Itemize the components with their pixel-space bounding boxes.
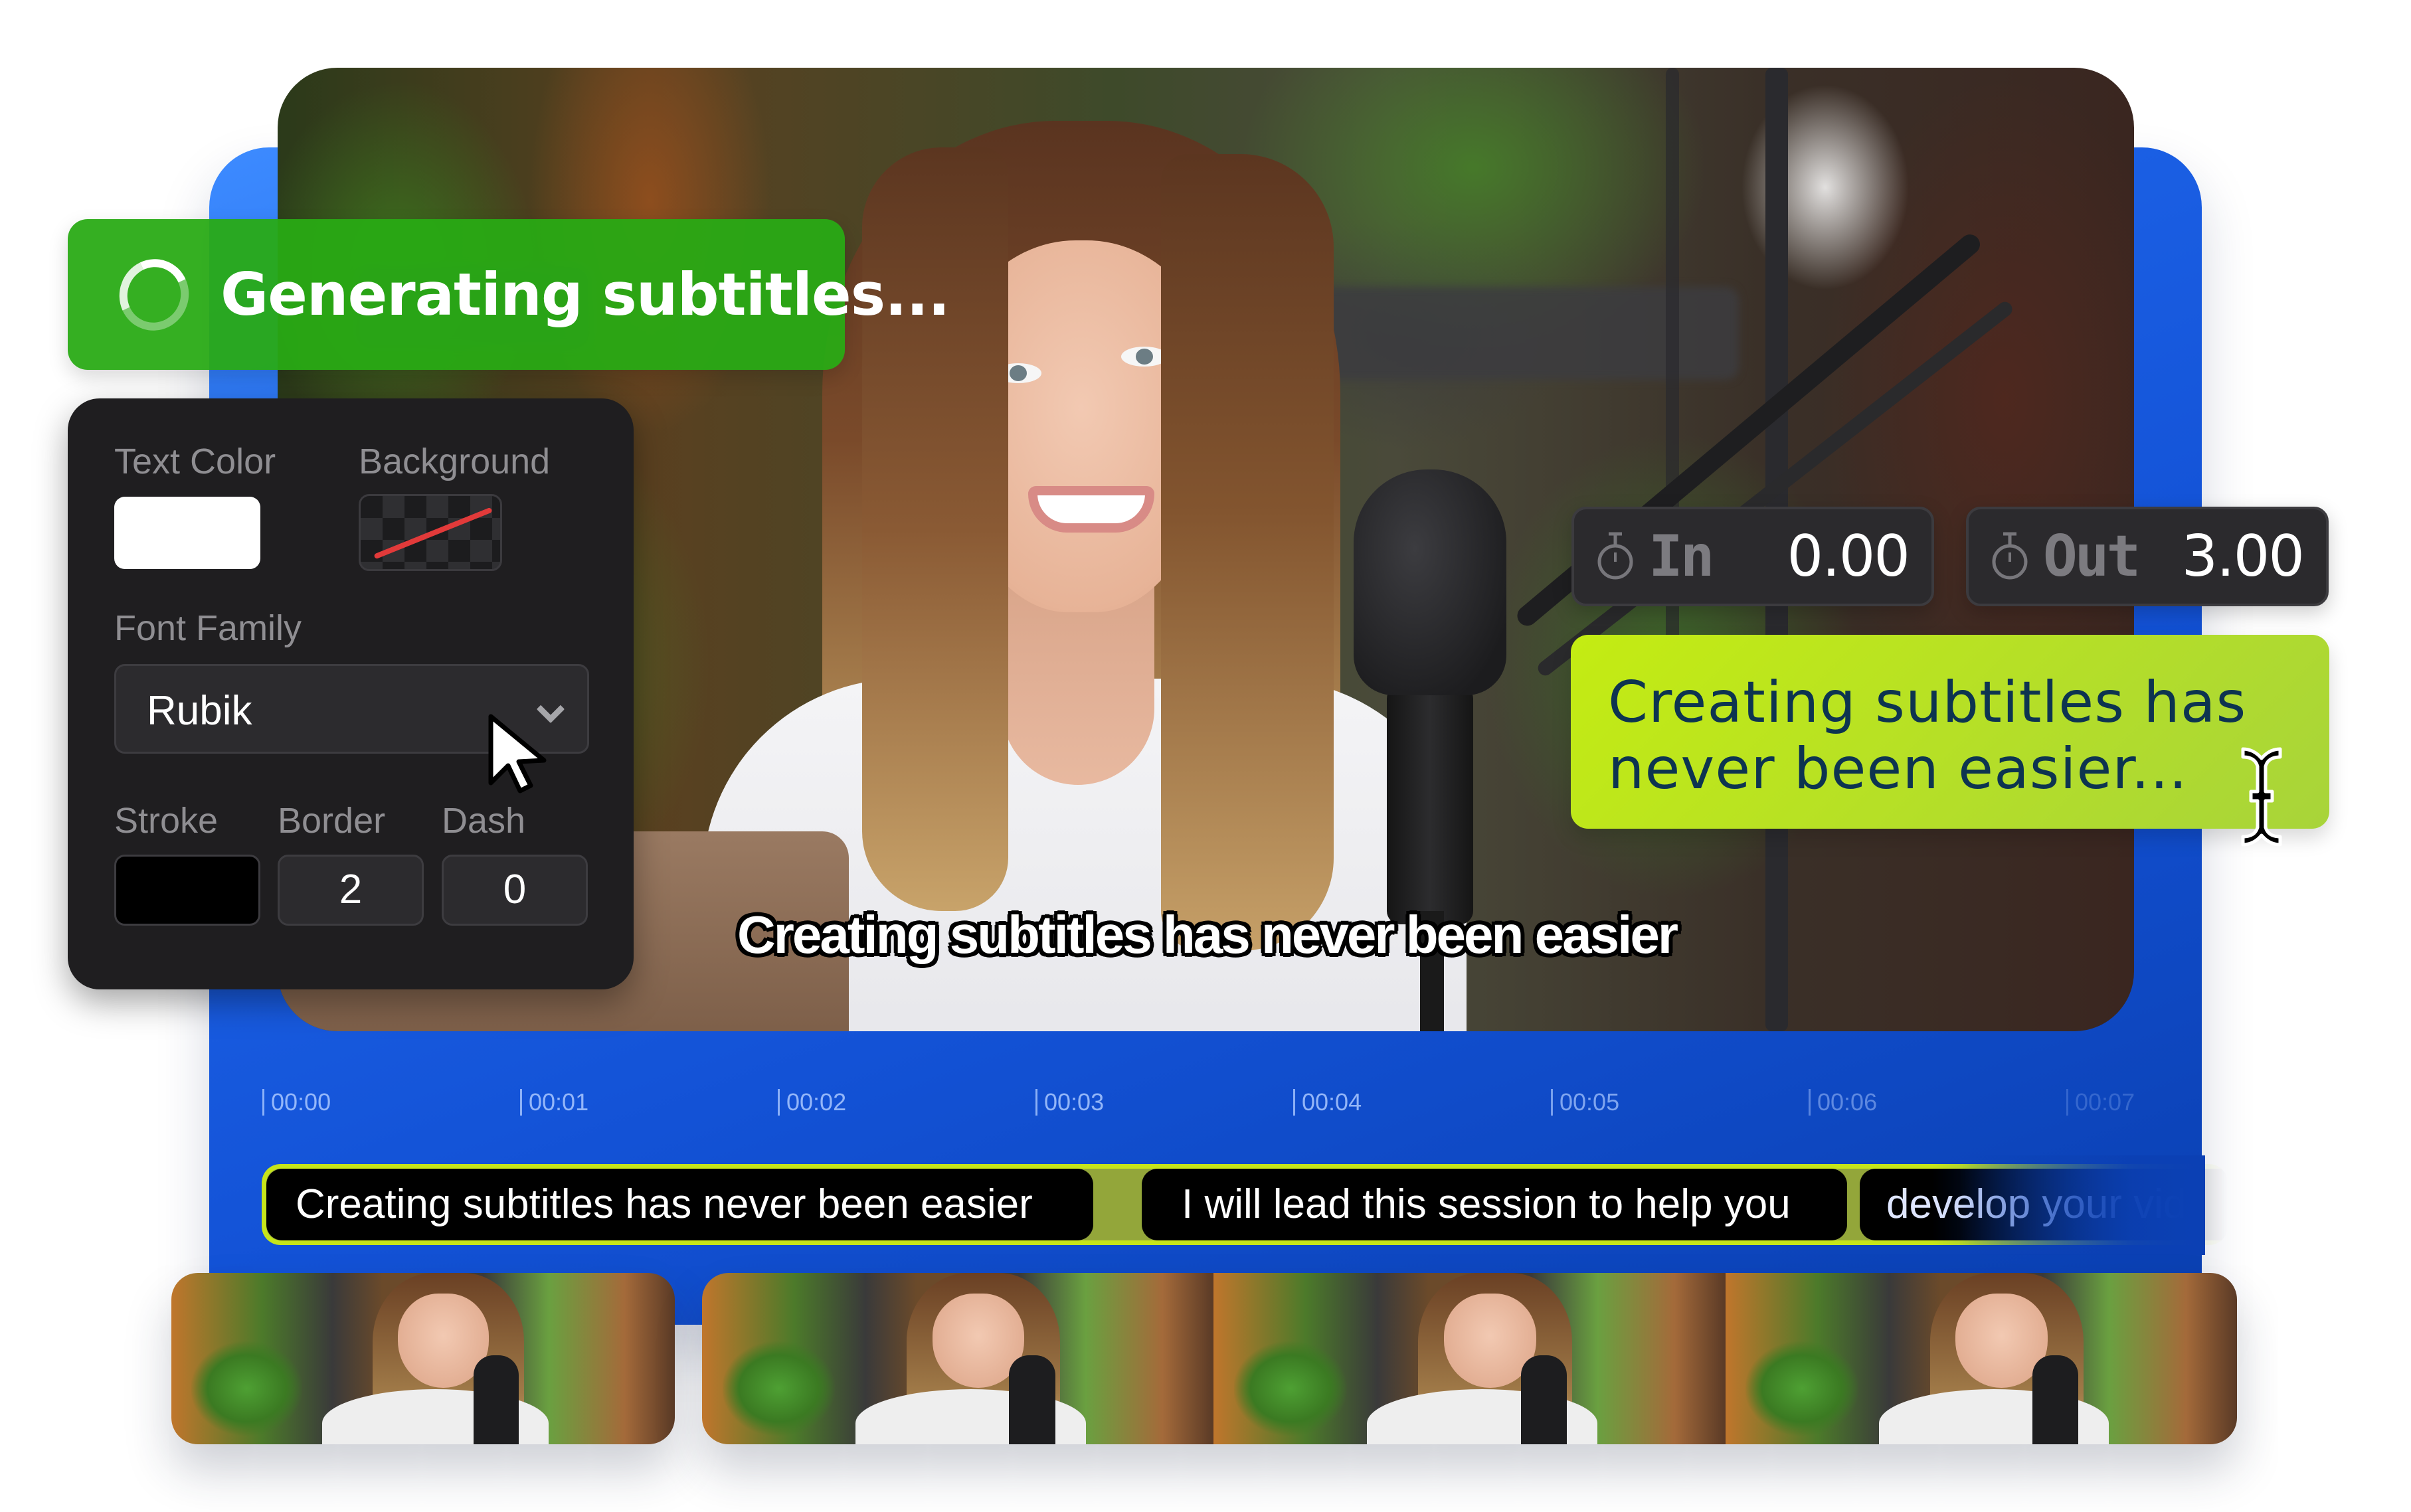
subtitle-editor-text[interactable]: Creating subtitles has never been easier… — [1608, 669, 2329, 802]
subtitle-clip[interactable]: Creating subtitles has never been easier — [266, 1169, 1093, 1240]
stopwatch-icon — [1597, 532, 1633, 580]
text-color-label: Text Color — [114, 442, 276, 481]
timeline-tick: 00:01 — [520, 1089, 588, 1116]
out-time-field[interactable]: Out 3.00 — [1966, 507, 2329, 606]
subtitle-text-editor[interactable]: Creating subtitles has never been easier… — [1571, 635, 2329, 829]
timeline-tick: 00:04 — [1293, 1089, 1362, 1116]
timeline-tick: 00:00 — [262, 1089, 331, 1116]
video-thumbnail — [702, 1273, 1214, 1444]
subtitle-clip[interactable]: I will lead this session to help you — [1142, 1169, 1847, 1240]
border-label: Border — [278, 801, 386, 841]
timeline-tick: 00:05 — [1551, 1089, 1619, 1116]
status-text: Generating subtitles... — [221, 260, 950, 329]
track-fade-overlay — [1959, 1155, 2205, 1255]
out-value[interactable]: 3.00 — [2182, 523, 2305, 590]
timeline-tick: 00:06 — [1809, 1089, 1877, 1116]
person-smile — [1028, 486, 1154, 533]
microphone-body — [1387, 685, 1473, 924]
video-thumbnail — [1725, 1273, 2237, 1444]
timeline-tick: 00:07 — [2066, 1089, 2135, 1116]
generating-status-banner: Generating subtitles... — [68, 219, 950, 370]
video-subtitle-overlay: Creating subtitles has never been easier — [737, 905, 1678, 964]
video-thumbnail — [1213, 1273, 1726, 1444]
text-cursor-icon — [2241, 747, 2282, 847]
person-hair — [1161, 154, 1334, 951]
font-family-label: Font Family — [114, 608, 302, 648]
in-value[interactable]: 0.00 — [1787, 523, 1910, 590]
font-family-value: Rubik — [147, 688, 252, 734]
background-label: Background — [359, 442, 551, 481]
video-thumbnail — [171, 1273, 675, 1444]
timeline-tick: 00:03 — [1035, 1089, 1104, 1116]
text-color-swatch[interactable] — [114, 497, 260, 569]
mouse-pointer-icon — [488, 714, 547, 794]
stroke-label: Stroke — [114, 801, 219, 841]
subtitle-track: Creating subtitles has never been easier… — [262, 1164, 2325, 1245]
border-width-input[interactable]: 2 — [278, 855, 424, 926]
stroke-color-swatch[interactable] — [114, 855, 260, 926]
video-thumbnail-strip[interactable] — [702, 1273, 2237, 1444]
stopwatch-icon — [1992, 532, 2028, 580]
in-label: In — [1649, 523, 1715, 590]
no-color-slash-icon — [373, 507, 493, 560]
microphone-icon — [1354, 469, 1506, 695]
timeline-tick: 00:02 — [778, 1089, 846, 1116]
out-label: Out — [2043, 523, 2141, 590]
in-time-field[interactable]: In 0.00 — [1571, 507, 1934, 606]
dash-label: Dash — [442, 801, 526, 841]
subtitle-style-panel: Text Color Background Font Family Rubik … — [68, 398, 634, 989]
background-color-swatch[interactable] — [359, 494, 502, 571]
dash-input[interactable]: 0 — [442, 855, 588, 926]
loading-spinner-icon — [109, 248, 199, 341]
video-thumbnail-strip[interactable] — [171, 1273, 675, 1444]
